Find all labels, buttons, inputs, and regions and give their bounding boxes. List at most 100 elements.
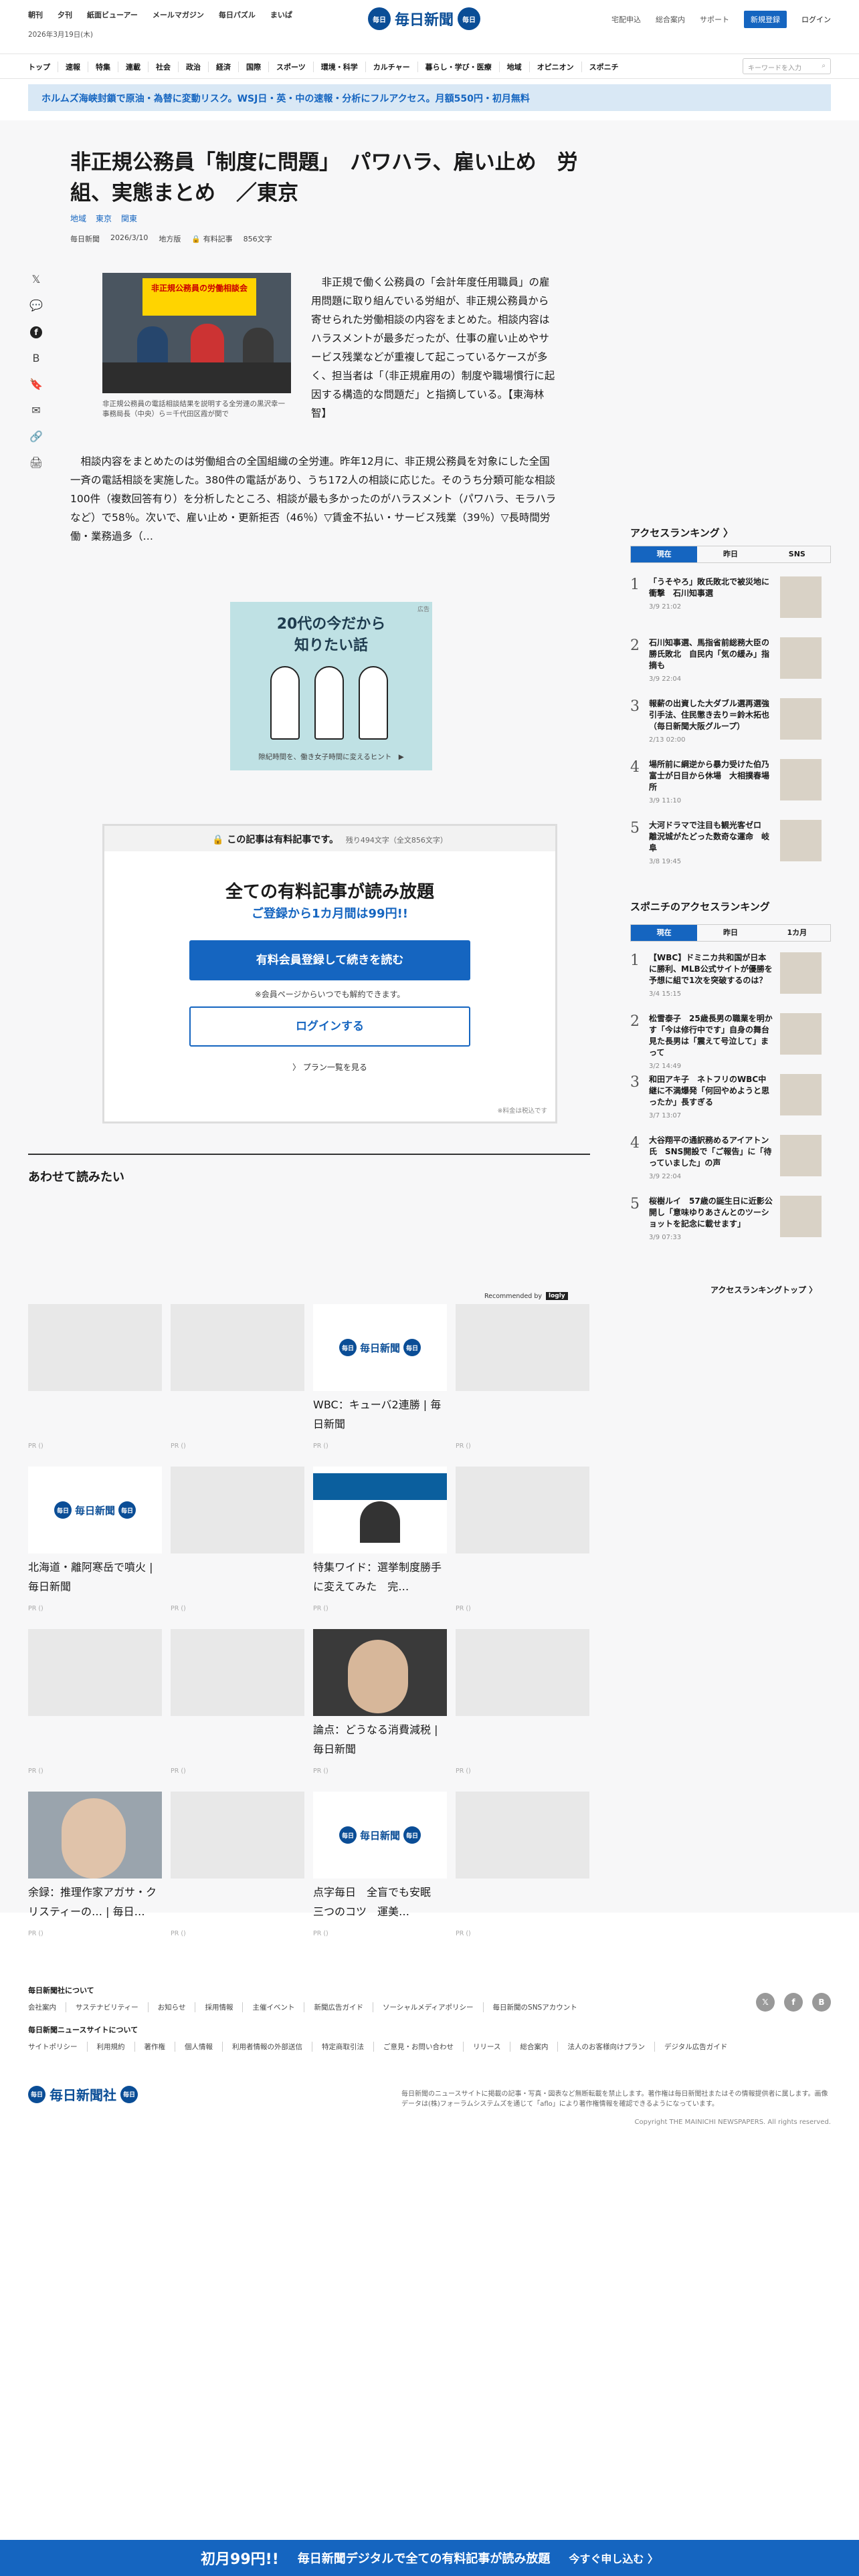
login-button[interactable]: ログイン — [801, 14, 831, 25]
related-thumb[interactable]: 毎日 毎日新聞 毎日 — [313, 1792, 447, 1879]
mail-icon[interactable]: ✉ — [28, 404, 44, 417]
ranking-text[interactable]: 松雪泰子 25歳長男の職業を明かす「今は修行中です」自身の舞台見た長男は「震えて… — [649, 1013, 773, 1074]
related-thumb[interactable] — [171, 1792, 304, 1879]
ranking-text[interactable]: 大河ドラマで注目も観光客ゼロ 離況城がたどった数奇な運命 岐阜 3/8 19:45 — [649, 820, 773, 881]
tag-kanto[interactable]: 関東 — [121, 213, 137, 224]
nav-science[interactable]: 環境・科学 — [314, 62, 366, 72]
ranking-item[interactable]: 3 和田アキ子 ネトフリのWBC中継に不満爆発「何回やめようと思ったか」長すぎる 3… — [630, 1074, 831, 1135]
delivery-link[interactable]: 宅配申込 — [611, 14, 641, 25]
related-thumb[interactable] — [28, 1629, 162, 1716]
related-card[interactable]: PR () — [456, 1467, 589, 1629]
footer-link[interactable]: 利用者情報の外部送信 — [222, 2042, 312, 2052]
nav-region[interactable]: 地域 — [500, 62, 530, 72]
ranking-headline[interactable]: 大河ドラマで注目も観光客ゼロ 離況城がたどった数奇な運命 岐阜 — [649, 821, 769, 853]
footer-hatena-icon[interactable]: B — [812, 1993, 831, 2012]
facebook-icon[interactable]: f — [28, 325, 44, 338]
nav-culture[interactable]: カルチャー — [366, 62, 418, 72]
related-card-title[interactable]: WBC：キューバ2連勝 | 毎日新聞 — [313, 1395, 447, 1434]
spo-tab-yesterday[interactable]: 昨日 — [697, 925, 763, 941]
spo-tab-month[interactable]: 1カ月 — [764, 925, 830, 941]
related-card-title[interactable]: 論点：どうなる消費減税 | 毎日新聞 — [313, 1720, 447, 1759]
print-icon[interactable]: 🖨 — [28, 456, 44, 469]
paywall-login-button[interactable]: ログインする — [189, 1006, 470, 1047]
related-thumb[interactable] — [28, 1304, 162, 1391]
footer-link[interactable]: リリース — [463, 2042, 510, 2052]
plans-link[interactable]: 〉 プラン一覧を見る — [104, 1061, 555, 1073]
footer-link[interactable]: デジタル広告ガイド — [654, 2042, 737, 2052]
nav-features[interactable]: 特集 — [88, 62, 118, 72]
promo-banner[interactable]: ホルムズ海峡封鎖で原油・為替に変動リスク。WSJ日・英・中の速報・分析にフルアク… — [28, 84, 831, 111]
footer-link[interactable]: 個人情報 — [175, 2042, 222, 2052]
footer-link[interactable]: 毎日新聞のSNSアカウント — [482, 2002, 587, 2012]
ranking-item[interactable]: 3 報薪の出資した大ダブル選再選強引手法、住民懲き去り＝鈴木拓也（毎日新聞大阪グル… — [630, 698, 831, 759]
ranking-item[interactable]: 5 大河ドラマで注目も観光客ゼロ 離況城がたどった数奇な運命 岐阜 3/8 19:4… — [630, 820, 831, 881]
ranking-text[interactable]: 「うそやろ」敗氏敗北で被災地に衝撃 石川知事選 3/9 21:02 — [649, 576, 773, 637]
related-thumb[interactable] — [28, 1792, 162, 1879]
related-thumb[interactable]: 毎日 毎日新聞 毎日 — [313, 1304, 447, 1391]
top-link-maipa[interactable]: まいぱ — [270, 9, 292, 20]
subscribe-bottom-bar[interactable]: 初月99円!! 毎日新聞デジタルで全ての有料記事が読み放題 今すぐ申し込む 〉 — [0, 2540, 859, 2576]
related-thumb[interactable] — [171, 1467, 304, 1553]
top-link-puzzle[interactable]: 毎日パズル — [219, 9, 256, 20]
ranking-thumb[interactable] — [780, 1074, 822, 1115]
related-card[interactable]: PR () — [171, 1792, 304, 1954]
tag-region[interactable]: 地域 — [70, 213, 86, 224]
register-button[interactable]: 新規登録 — [744, 11, 787, 28]
support-link[interactable]: サポート — [700, 14, 729, 25]
related-thumb[interactable] — [171, 1629, 304, 1716]
ranking-item[interactable]: 4 大谷翔平の通訳務めるアイアトン氏 SNS開設で「ご報告」に「待っていました」の… — [630, 1135, 831, 1196]
related-card[interactable]: 毎日 毎日新聞 毎日 点字毎日 全盲でも安眠 三つのコツ 運美… PR () — [313, 1792, 447, 1954]
related-card-title[interactable]: 北海道・離阿寒岳で噴火 | 毎日新聞 — [28, 1558, 162, 1596]
nav-life[interactable]: 暮らし・学び・医療 — [418, 62, 500, 72]
ranking-thumb[interactable] — [780, 1135, 822, 1176]
related-card[interactable]: PR () — [171, 1629, 304, 1792]
ranking-headline[interactable]: 桜樹ルイ 57歳の誕生日に近影公開し「意味ゆりあさんとのツーショットを記念に載せ… — [649, 1196, 773, 1228]
top-link-morning[interactable]: 朝刊 — [28, 9, 43, 20]
inline-ad[interactable]: 広告 20代の今だから 知りたい話 — [230, 602, 432, 770]
nav-economy[interactable]: 経済 — [209, 62, 239, 72]
footer-link[interactable]: 利用規約 — [86, 2042, 134, 2052]
tag-tokyo[interactable]: 東京 — [96, 213, 112, 224]
related-card[interactable]: 余録：推理作家アガサ・クリスティーの… | 毎日… PR () — [28, 1792, 162, 1954]
ranking-item[interactable]: 2 石川知事選、馬指省前総務大臣の勝氏敗北 自民内「気の緩み」指摘も 3/9 22:… — [630, 637, 831, 698]
related-card[interactable]: 毎日 毎日新聞 毎日 WBC：キューバ2連勝 | 毎日新聞 PR () — [313, 1304, 447, 1467]
ranking-more-link[interactable]: アクセスランキングトップ 〉 — [710, 1284, 817, 1295]
related-card[interactable]: PR () — [171, 1304, 304, 1467]
ranking-headline[interactable]: 石川知事選、馬指省前総務大臣の勝氏敗北 自民内「気の緩み」指摘も — [649, 638, 769, 670]
recommended-by[interactable]: Recommended by logly — [484, 1292, 568, 1300]
footer-link[interactable]: サステナビリティー — [66, 2002, 148, 2012]
ranking-thumb[interactable] — [780, 576, 822, 618]
ranking-text[interactable]: 石川知事選、馬指省前総務大臣の勝氏敗北 自民内「気の緩み」指摘も 3/9 22:0… — [649, 637, 773, 698]
ranking-text[interactable]: 報薪の出資した大ダブル選再選強引手法、住民懲き去り＝鈴木拓也（毎日新聞大阪グルー… — [649, 698, 773, 759]
nav-breaking[interactable]: 速報 — [58, 62, 88, 72]
related-card[interactable]: PR () — [456, 1792, 589, 1954]
nav-society[interactable]: 社会 — [149, 62, 179, 72]
ranking-headline[interactable]: 報薪の出資した大ダブル選再選強引手法、住民懲き去り＝鈴木拓也（毎日新聞大阪グルー… — [649, 699, 769, 731]
related-thumb[interactable] — [313, 1467, 447, 1553]
ranking-headline[interactable]: 大谷翔平の通訳務めるアイアトン氏 SNS開設で「ご報告」に「待っていました」の声 — [649, 1136, 771, 1168]
nav-politics[interactable]: 政治 — [179, 62, 209, 72]
footer-link[interactable]: お知らせ — [147, 2002, 195, 2012]
ranking-headline[interactable]: 和田アキ子 ネトフリのWBC中継に不満爆発「何回やめようと思ったか」長すぎる — [649, 1075, 769, 1107]
ranking-thumb[interactable] — [780, 952, 822, 994]
ranking-tab-now[interactable]: 現在 — [631, 546, 698, 562]
ranking-tab-yesterday[interactable]: 昨日 — [697, 546, 763, 562]
related-thumb[interactable] — [456, 1304, 589, 1391]
hatena-icon[interactable]: B — [28, 352, 44, 364]
ranking-thumb[interactable] — [780, 637, 822, 679]
ranking-tab-sns[interactable]: SNS — [764, 546, 830, 562]
search-icon[interactable]: ⌕ — [822, 62, 826, 70]
footer-link[interactable]: 会社案内 — [28, 2002, 66, 2012]
ranking-text[interactable]: 桜樹ルイ 57歳の誕生日に近影公開し「意味ゆりあさんとのツーショットを記念に載せ… — [649, 1196, 773, 1257]
related-card-title[interactable]: 点字毎日 全盲でも安眠 三つのコツ 運美… — [313, 1883, 447, 1921]
comment-icon[interactable]: 💬 — [28, 299, 44, 312]
ranking-text[interactable]: 大谷翔平の通訳務めるアイアトン氏 SNS開設で「ご報告」に「待っていました」の声… — [649, 1135, 773, 1196]
footer-link[interactable]: 著作権 — [134, 2042, 175, 2052]
top-link-evening[interactable]: 夕刊 — [58, 9, 72, 20]
ranking-item[interactable]: 1 【WBC】ドミニカ共和国が日本に勝利、MLB公式サイトが優勝を予想に組で1次を… — [630, 952, 831, 1013]
ranking-item[interactable]: 4 場所前に綱逆から暴力受けた伯乃富士が日目から休場 大相撲春場所 3/9 11:1… — [630, 759, 831, 820]
ranking-item[interactable]: 1 「うそやろ」敗氏敗北で被災地に衝撃 石川知事選 3/9 21:02 — [630, 576, 831, 637]
ranking-thumb[interactable] — [780, 1013, 822, 1055]
ranking-text[interactable]: 場所前に綱逆から暴力受けた伯乃富士が日目から休場 大相撲春場所 3/9 11:10 — [649, 759, 773, 820]
related-card-title[interactable]: 特集ワイド：選挙制度勝手に変えてみた 完… — [313, 1558, 447, 1596]
